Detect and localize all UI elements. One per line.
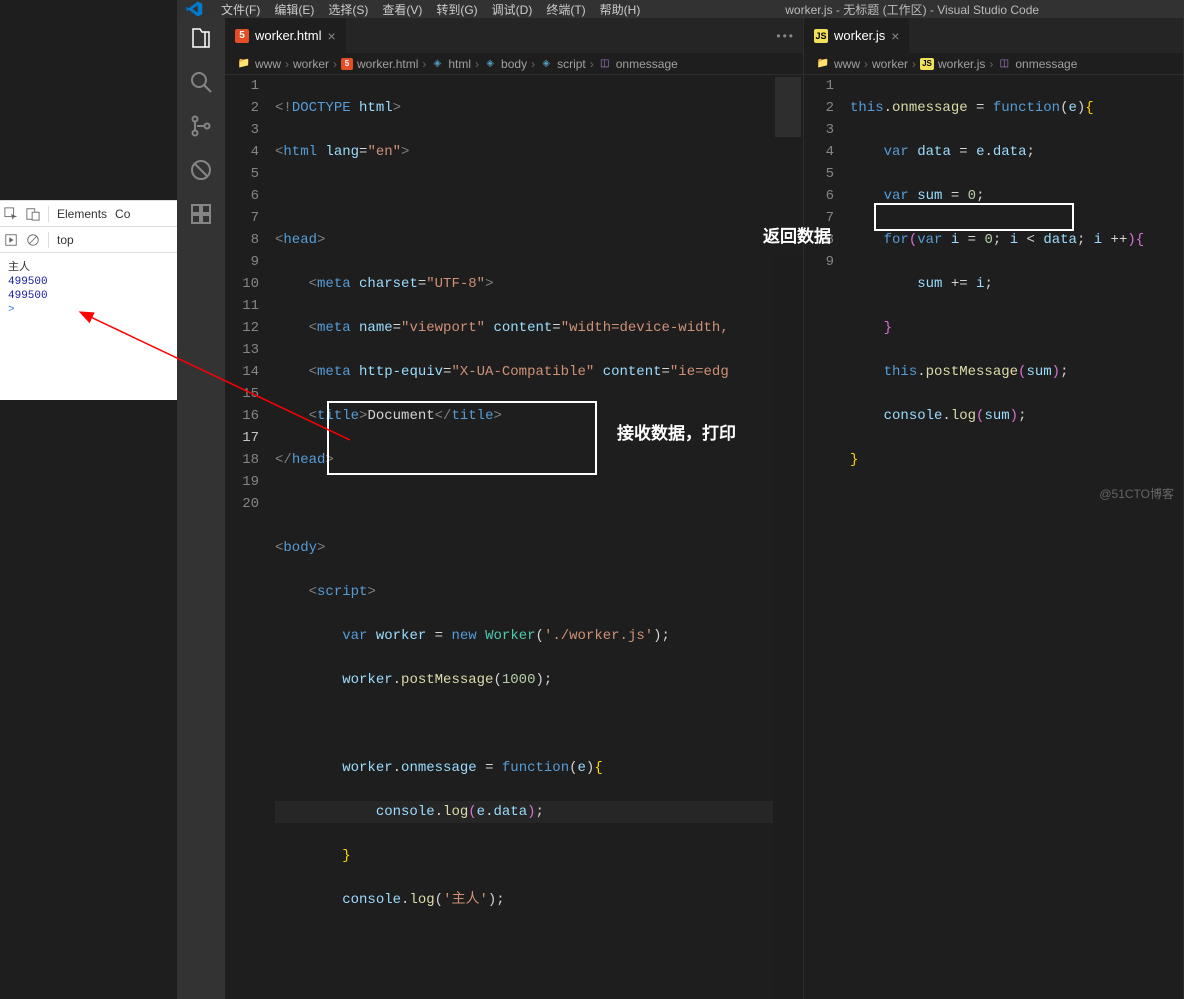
console-toolbar: top [0,227,177,253]
tab-elements[interactable]: Elements [57,207,107,221]
menu-goto[interactable]: 转到(G) [430,0,483,18]
console-output: 主人 499500 499500 > [0,253,177,321]
annotation-box-receive [327,401,597,475]
menubar: 文件(F) 编辑(E) 选择(S) 查看(V) 转到(G) 调试(D) 终端(T… [177,0,1184,18]
tag-icon: ◈ [483,57,497,71]
cube-icon: ◫ [598,57,612,71]
watermark: @51CTO博客 [1099,485,1174,502]
breadcrumbs[interactable]: 📁www› worker› JSworker.js› ◫onmessage [804,53,1183,75]
console-line: 主人 [4,257,173,275]
window-title: worker.js - 无标题 (工作区) - Visual Studio Co… [648,1,1176,18]
code-content[interactable]: <!DOCTYPE html> <html lang="en"> <head> … [275,75,773,999]
tab-worker-js[interactable]: JS worker.js × [804,18,909,53]
play-icon[interactable] [4,233,18,247]
clear-icon[interactable] [26,233,40,247]
console-line: 499500 [4,275,173,289]
menu-help[interactable]: 帮助(H) [594,0,647,18]
context-top[interactable]: top [57,233,74,247]
tab-more-icon[interactable]: ••• [768,29,803,43]
extensions-icon[interactable] [189,202,213,226]
menu-debug[interactable]: 调试(D) [486,0,539,18]
close-icon[interactable]: × [891,28,899,44]
tab-console-cut[interactable]: Co [115,207,130,221]
minimap[interactable] [773,75,803,999]
code-editor-2[interactable]: 123456789 this.onmessage = function(e){ … [804,75,1183,999]
menu-edit[interactable]: 编辑(E) [268,0,320,18]
scm-icon[interactable] [189,114,213,138]
annotation-label-receive: 接收数据，打印 [617,425,736,447]
line-numbers: 123456789 [804,75,850,999]
menu-terminal[interactable]: 终端(T) [540,0,591,18]
annotation-box-return [874,203,1074,231]
console-line: 499500 [4,289,173,303]
line-numbers: 1234567891011121314151617181920 [225,75,275,999]
folder-icon: 📁 [816,57,830,71]
tab-label: worker.html [255,28,321,43]
debug-icon[interactable] [189,158,213,182]
code-editor-1[interactable]: 1234567891011121314151617181920 <!DOCTYP… [225,75,803,999]
device-icon[interactable] [26,207,40,221]
inspect-icon[interactable] [4,207,18,221]
search-icon[interactable] [189,70,213,94]
tab-label: worker.js [834,28,885,43]
close-icon[interactable]: × [327,28,335,44]
vscode-window: 文件(F) 编辑(E) 选择(S) 查看(V) 转到(G) 调试(D) 终端(T… [177,0,1184,506]
activitybar [177,18,225,999]
tab-worker-html[interactable]: 5 worker.html × [225,18,346,53]
js-icon: JS [814,29,828,43]
breadcrumbs[interactable]: 📁www› worker› 5worker.html› ◈html› ◈body… [225,53,803,75]
menu-select[interactable]: 选择(S) [322,0,374,18]
tag-icon: ◈ [430,57,444,71]
vscode-logo-icon [185,0,203,18]
editor-group-2: JS worker.js × 📁www› worker› JSworker.js… [804,18,1184,999]
html5-icon: 5 [235,29,249,43]
folder-icon: 📁 [237,57,251,71]
editor-group-1: 5 worker.html × ••• 📁www› worker› 5worke… [225,18,804,999]
html5-icon: 5 [341,58,353,70]
console-prompt[interactable]: > [4,303,173,317]
menu-view[interactable]: 查看(V) [376,0,428,18]
menu-file[interactable]: 文件(F) [215,0,266,18]
annotation-label-return: 返回数据 [763,222,831,247]
js-icon: JS [920,58,934,70]
devtools-toolbar: Elements Co [0,201,177,227]
cube-icon: ◫ [997,57,1011,71]
explorer-icon[interactable] [189,26,213,50]
tag-icon: ◈ [539,57,553,71]
devtools-panel: Elements Co top 主人 499500 499500 > [0,200,177,400]
